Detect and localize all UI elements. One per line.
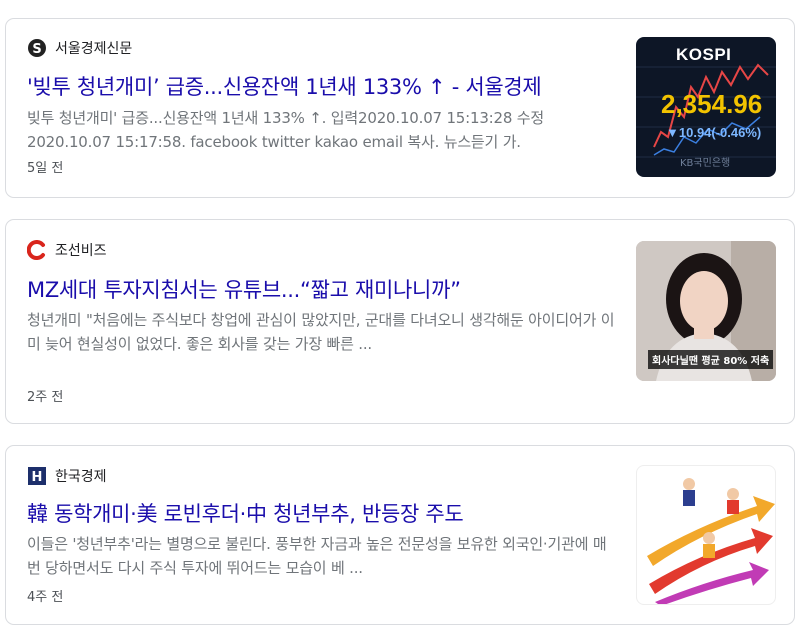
svg-text:S: S	[32, 42, 41, 57]
news-thumbnail[interactable]: 회사다닐땐 평균 80% 저축	[636, 241, 776, 381]
news-card[interactable]: H 한국경제 韓 동학개미·美 로빈후더·中 청년부추, 반등장 주도 이들은 …	[5, 445, 795, 625]
news-source: 조선비즈	[27, 240, 107, 260]
kospi-change: ▼10.94(-0.46%)	[666, 125, 762, 140]
news-headline-link[interactable]: 韓 동학개미·美 로빈후더·中 청년부추, 반등장 주도	[27, 498, 617, 528]
news-snippet: 빚투 청년개미' 급증...신용잔액 1년새 133% ↑. 입력2020.10…	[27, 109, 544, 151]
video-caption: 회사다닐땐 평균 80% 저축	[648, 350, 774, 369]
rising-arrows-illustration	[647, 478, 775, 604]
news-timestamp: 5일 전	[27, 161, 64, 176]
news-thumbnail[interactable]	[636, 465, 776, 605]
news-thumbnail[interactable]: KOSPI 2,354.96 ▼10.94(-0.46%) KB국민은행	[636, 37, 776, 177]
news-timestamp: 2주 전	[27, 390, 64, 405]
kospi-value: 2,354.96	[661, 89, 763, 119]
news-source-name: 서울경제신문	[55, 41, 133, 57]
news-timestamp: 4주 전	[27, 590, 64, 605]
news-card[interactable]: 조선비즈 MZ세대 투자지침서는 유튜브...“짧고 재미나니까” 청년개미 "…	[5, 219, 795, 424]
news-snippet: 청년개미 "처음에는 주식보다 창업에 관심이 많았지만, 군대를 다녀오니 생…	[27, 311, 615, 353]
news-source-name: 조선비즈	[55, 243, 107, 259]
svg-text:H: H	[32, 470, 43, 485]
news-source: S 서울경제신문	[27, 38, 132, 58]
news-headline-link[interactable]: '빚투 청년개미’ 급증...신용잔액 1년새 133% ↑ - 서울경제	[27, 71, 617, 101]
news-snippet: 이들은 '청년부추'라는 별명으로 불린다. 풍부한 자금과 높은 전문성을 보…	[27, 535, 607, 577]
chosun-biz-logo-icon	[27, 240, 45, 260]
hankyung-logo-icon: H	[28, 467, 46, 485]
news-card[interactable]: S 서울경제신문 '빚투 청년개미’ 급증...신용잔액 1년새 133% ↑ …	[5, 18, 795, 198]
news-source: H 한국경제	[27, 466, 107, 486]
kospi-label: KOSPI	[676, 45, 732, 64]
seoul-economy-logo-icon: S	[28, 39, 46, 57]
kb-bank-logo: KB국민은행	[680, 158, 731, 169]
news-source-name: 한국경제	[55, 469, 107, 485]
news-headline-link[interactable]: MZ세대 투자지침서는 유튜브...“짧고 재미나니까”	[27, 274, 617, 304]
